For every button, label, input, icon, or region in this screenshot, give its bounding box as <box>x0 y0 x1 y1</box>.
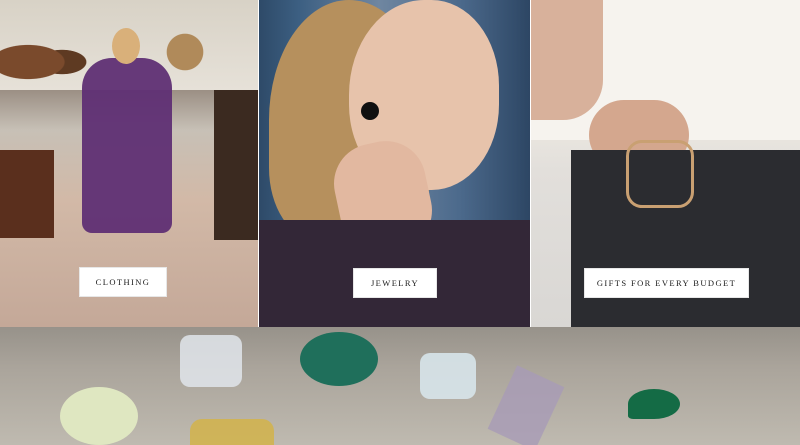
clothing-photo-head <box>112 28 140 64</box>
gifts-button[interactable]: GIFTS FOR EVERY BUDGET <box>584 268 749 298</box>
crystal-stone <box>487 365 565 445</box>
category-tile-clothing[interactable]: CLOTHING <box>0 0 258 327</box>
crystals-banner-photo <box>0 327 800 445</box>
clothing-button[interactable]: CLOTHING <box>79 267 167 297</box>
jewelry-button[interactable]: JEWELRY <box>353 268 437 298</box>
crystal-stone <box>300 332 378 386</box>
crystal-stone <box>180 335 242 387</box>
crystal-stone <box>60 387 138 445</box>
category-tile-gifts[interactable]: GIFTS FOR EVERY BUDGET <box>531 0 800 327</box>
clothing-photo-cabinet <box>214 90 258 240</box>
gifts-photo-sunglasses <box>626 140 694 208</box>
jewelry-photo-earring <box>361 102 379 120</box>
gifts-photo-arm <box>531 0 603 120</box>
crystal-stone <box>628 389 680 419</box>
crystal-stone <box>190 419 274 445</box>
clothing-photo-figure <box>82 58 172 233</box>
clothing-photo-table <box>0 150 54 238</box>
category-tile-jewelry[interactable]: JEWELRY <box>259 0 530 327</box>
crystal-stone <box>420 353 476 399</box>
